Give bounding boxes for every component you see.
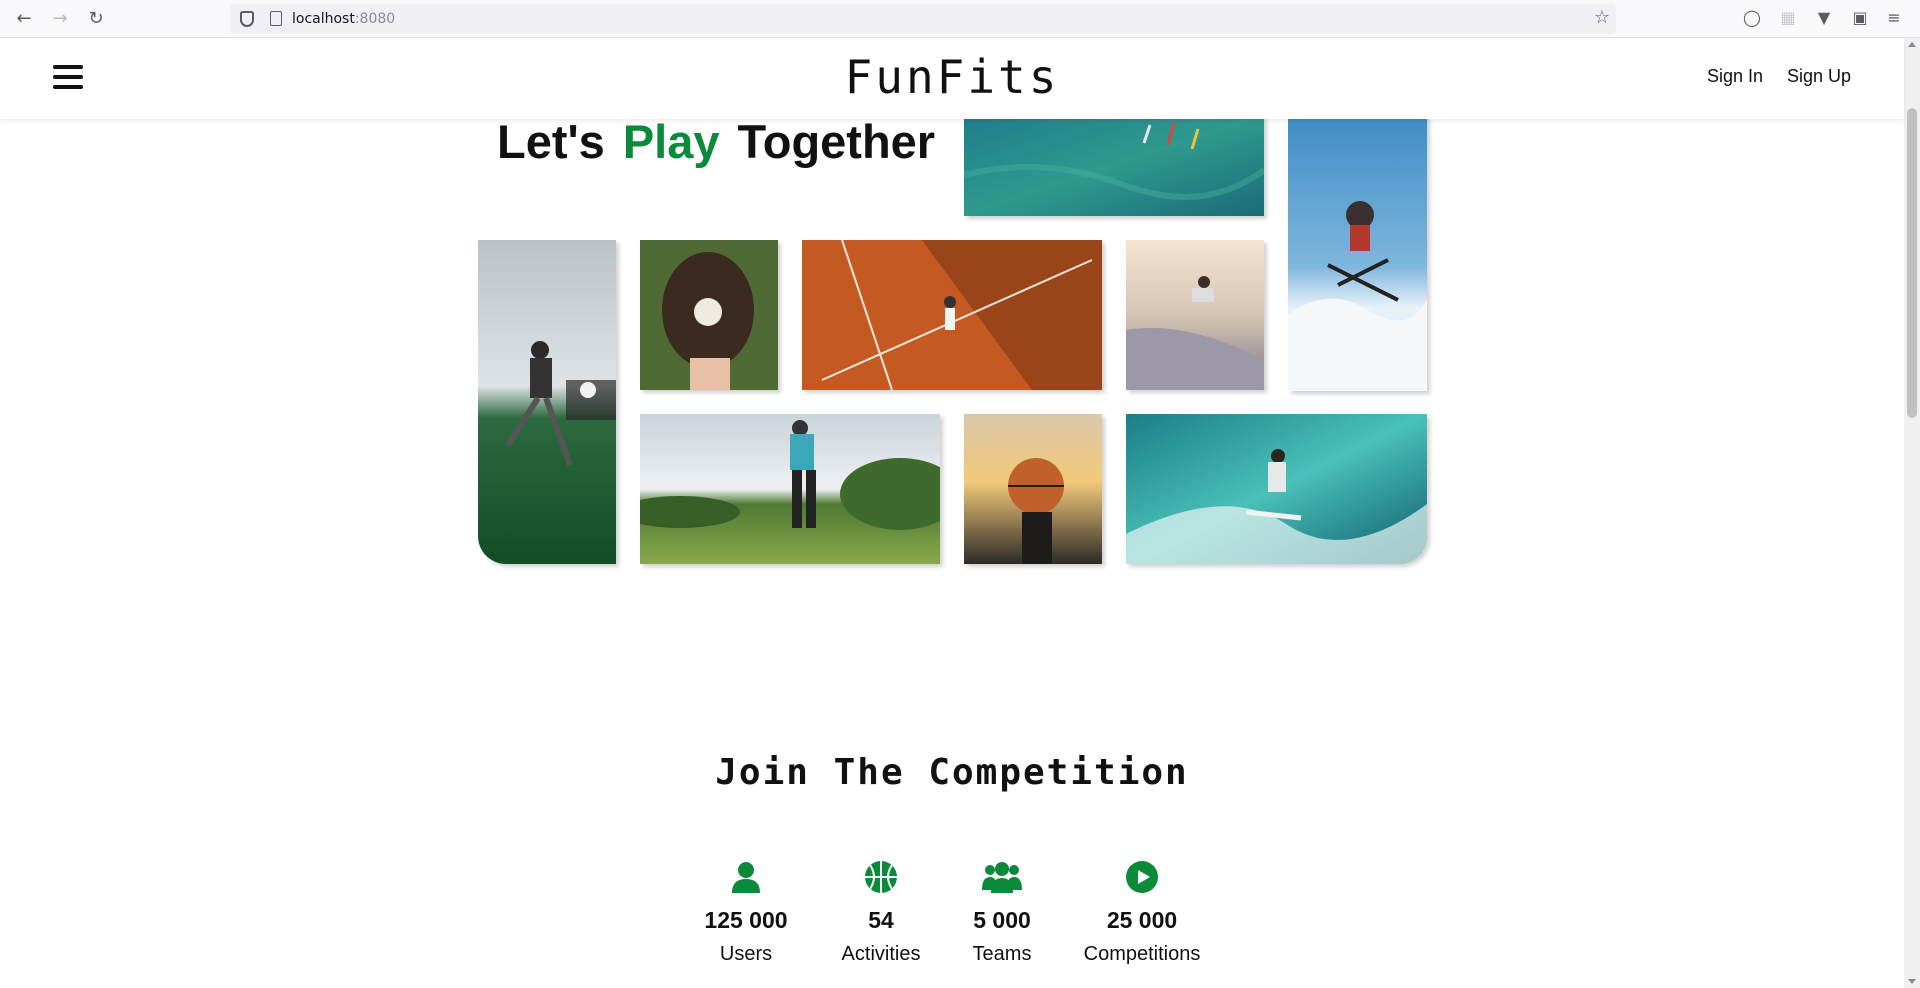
sign-up-link[interactable]: Sign Up	[1787, 66, 1851, 87]
hero-word-play: Play	[622, 115, 720, 168]
reload-icon[interactable]: ↻	[84, 7, 108, 31]
scroll-down-icon[interactable]	[1908, 979, 1916, 984]
kayak-photo	[964, 115, 1264, 216]
site-header: FunFits Sign In Sign Up	[0, 38, 1904, 119]
stat-label: Competitions	[1083, 943, 1201, 965]
basketball-photo	[964, 414, 1102, 564]
forward-icon[interactable]: →	[48, 7, 72, 31]
stat-label: Teams	[972, 943, 1032, 965]
vpn-icon[interactable]: ▼	[1814, 8, 1834, 28]
play-icon	[1126, 861, 1158, 893]
baseball-glove-photo	[640, 240, 778, 390]
golf-photo	[640, 414, 940, 564]
stat-value: 125 000	[704, 907, 788, 933]
site-logo[interactable]: FunFits	[0, 50, 1904, 104]
hero-word-lets: Let's	[497, 115, 605, 168]
tennis-photo	[802, 240, 1102, 390]
stat-value: 5 000	[973, 907, 1031, 933]
skatepark-photo	[1126, 240, 1264, 390]
back-icon[interactable]: ←	[12, 7, 36, 31]
shield-icon[interactable]	[240, 11, 254, 27]
address-bar[interactable]: localhost:8080 ☆	[230, 4, 1616, 34]
scroll-up-icon[interactable]	[1908, 42, 1916, 47]
browser-toolbar: ← → ↻ localhost:8080 ☆ ◯ ▦ ▼ ▣ ≡	[0, 0, 1920, 38]
page-icon[interactable]	[270, 11, 282, 26]
stat-activities: 54 Activities	[836, 860, 926, 966]
menu-icon[interactable]: ≡	[1884, 8, 1904, 28]
page-scrollbar[interactable]	[1904, 38, 1920, 988]
join-section-title: Join The Competition	[715, 752, 1189, 793]
hero-word-together: Together	[737, 115, 936, 168]
stat-label: Users	[719, 943, 773, 965]
scroll-thumb[interactable]	[1907, 108, 1917, 418]
extensions-puzzle-icon[interactable]: ▣	[1850, 8, 1870, 28]
stat-teams: 5 000 Teams	[962, 860, 1042, 966]
stat-users: 125 000 Users	[700, 860, 792, 966]
stat-value: 54	[868, 907, 894, 933]
surfer-photo	[1126, 414, 1427, 564]
url-text[interactable]: localhost:8080	[292, 11, 395, 27]
hero-title: Let's Play Together	[497, 114, 953, 169]
stat-competitions: 25 000 Competitions	[1078, 860, 1206, 966]
user-icon	[732, 862, 760, 893]
bookmark-star-icon[interactable]: ☆	[1594, 7, 1610, 28]
stat-label: Activities	[841, 943, 921, 965]
pocket-icon[interactable]: ◯	[1742, 8, 1762, 28]
stat-value: 25 000	[1106, 907, 1178, 933]
soccer-photo	[478, 240, 616, 564]
skier-photo	[1288, 115, 1427, 391]
team-icon	[982, 862, 1022, 893]
sign-in-link[interactable]: Sign In	[1707, 66, 1763, 87]
basketball-icon	[865, 861, 897, 893]
extension-icon[interactable]: ▦	[1778, 8, 1798, 28]
